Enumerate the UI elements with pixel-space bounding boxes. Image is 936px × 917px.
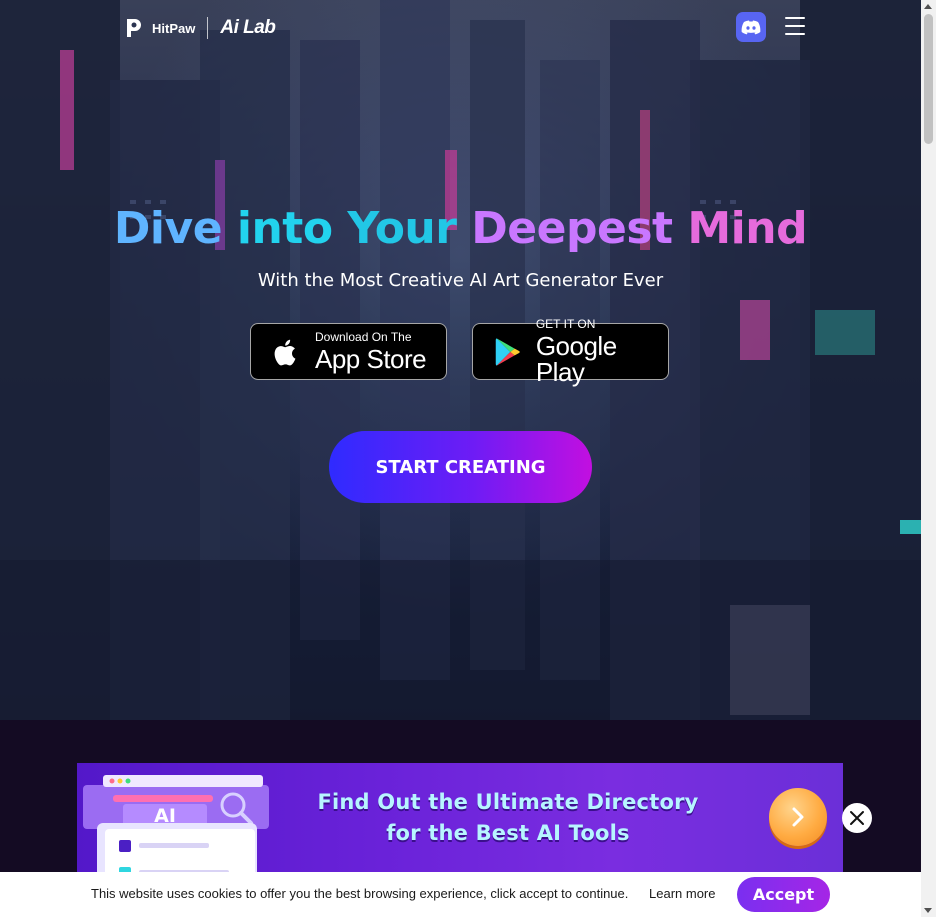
cookie-consent-bar: This website uses cookies to offer you t… [0, 872, 921, 917]
close-icon [850, 811, 864, 825]
discord-icon [741, 20, 761, 34]
start-creating-button[interactable]: START CREATING [329, 431, 592, 503]
hero-background-image [0, 0, 921, 720]
logo-divider [207, 17, 209, 39]
learn-more-link[interactable]: Learn more [649, 886, 715, 901]
site-header: HitPaw Ai Lab [0, 0, 921, 56]
hero-title-word: Mind [687, 203, 808, 254]
page-scrollbar[interactable] [921, 0, 936, 917]
hero-section [0, 0, 921, 720]
scroll-down-arrow-icon[interactable] [924, 908, 932, 913]
hamburger-menu-button[interactable] [785, 17, 805, 35]
hero-subtitle: With the Most Creative AI Art Generator … [257, 270, 664, 291]
chevron-right-icon [792, 807, 804, 827]
menu-line [785, 25, 805, 27]
google-play-big-text: Google Play [535, 331, 617, 387]
ai-tools-directory-banner[interactable]: AI Find Out the Ultimate Directory for t… [77, 763, 843, 883]
banner-arrow-button[interactable] [769, 788, 827, 846]
accept-cookies-button[interactable]: Accept [737, 877, 830, 912]
apple-icon [274, 339, 296, 365]
hitpaw-logo-icon [127, 19, 141, 37]
menu-line [785, 17, 805, 19]
app-store-big-text: App Store [315, 344, 427, 374]
product-name: Ai Lab [220, 17, 276, 38]
hero-title-word: Deepest [471, 203, 673, 254]
cookie-message: This website uses cookies to offer you t… [91, 886, 629, 901]
menu-line [785, 33, 805, 35]
app-store-label: Download On The App Store [315, 330, 427, 374]
banner-line-2: for the Best AI Tools [386, 821, 630, 845]
page: HitPaw Ai Lab Dive into Your Deepest Min… [0, 0, 936, 917]
banner-close-button[interactable] [842, 803, 872, 833]
discord-button[interactable] [736, 12, 766, 42]
google-play-icon [495, 337, 520, 366]
scroll-up-arrow-icon[interactable] [924, 4, 932, 9]
google-play-button[interactable]: GET IT ON Google Play [472, 318, 669, 385]
hero-title: Dive into Your Deepest Mind [0, 203, 921, 254]
app-store-small-text: Download On The [315, 330, 412, 344]
banner-line-1: Find Out the Ultimate Directory [317, 790, 699, 814]
brand-name: HitPaw [152, 20, 196, 36]
banner-headline: Find Out the Ultimate Directory for the … [293, 787, 723, 849]
hero-title-word: into [236, 203, 333, 254]
hero-title-word: Dive [113, 203, 223, 254]
logo[interactable]: HitPaw Ai Lab [124, 16, 276, 40]
scrollbar-thumb[interactable] [924, 14, 933, 144]
google-play-small-text: GET IT ON [535, 317, 596, 331]
google-play-label: GET IT ON Google Play [536, 318, 668, 385]
app-store-button[interactable]: Download On The App Store [250, 323, 447, 380]
hero-title-word: Your [347, 203, 457, 254]
ai-directory-illustration: AI [83, 775, 269, 883]
